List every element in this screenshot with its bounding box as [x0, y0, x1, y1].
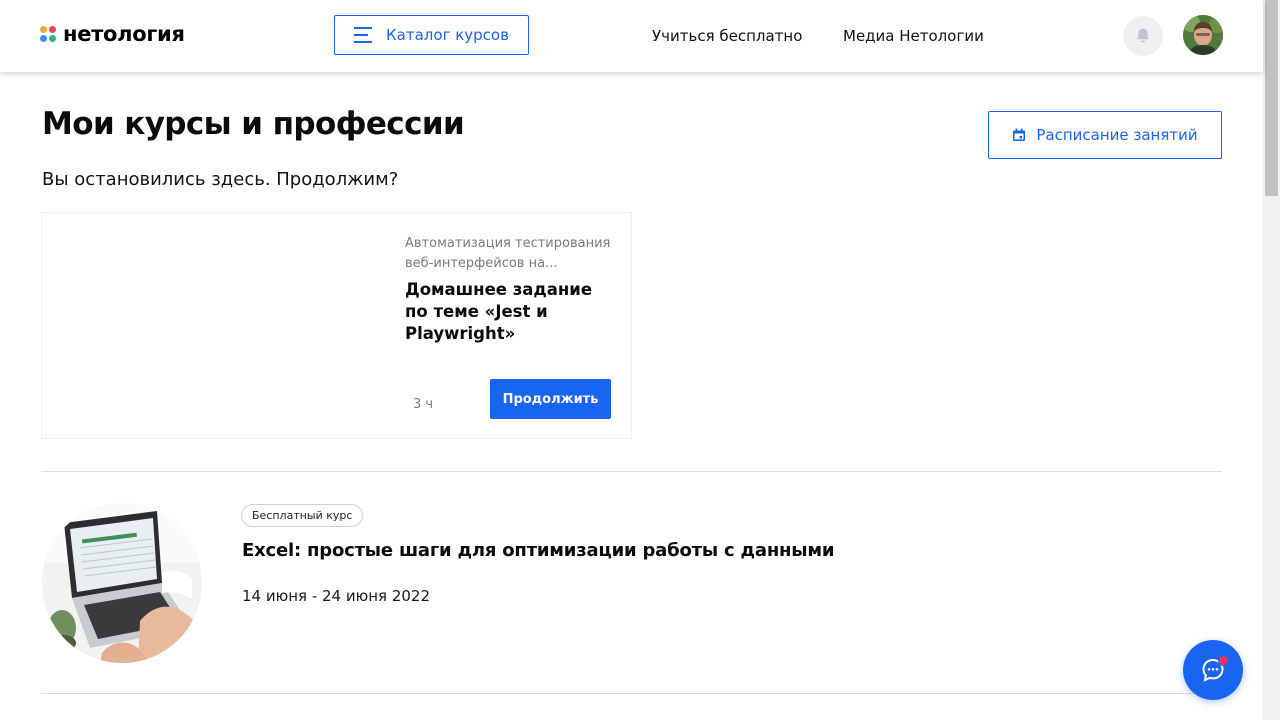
resume-lesson-title: Домашнее задание по теме «Jest и Playwri…	[405, 280, 593, 343]
catalog-button-label: Каталог курсов	[386, 26, 509, 44]
top-header: нетология Каталог курсов Учиться бесплат…	[0, 0, 1263, 72]
resume-time: 3 ч	[413, 397, 434, 412]
resume-course-name: Автоматизация тестирования веб-интерфейс…	[405, 236, 611, 271]
avatar[interactable]	[1183, 15, 1223, 55]
course-image[interactable]	[42, 503, 202, 663]
schedule-button-label: Расписание занятий	[1036, 126, 1198, 144]
logo-text: нетология	[63, 22, 185, 46]
menu-icon	[354, 27, 373, 43]
notifications-button[interactable]	[1123, 16, 1163, 56]
logo[interactable]: нетология	[40, 22, 185, 46]
course-dates: 14 июня - 24 июня 2022	[242, 587, 431, 605]
nav-learn-free[interactable]: Учиться бесплатно	[652, 27, 802, 45]
resume-card: Автоматизация тестирования веб-интерфейс…	[41, 212, 632, 439]
schedule-button[interactable]: Расписание занятий	[988, 111, 1222, 159]
catalog-button[interactable]: Каталог курсов	[334, 15, 529, 55]
continue-button[interactable]: Продолжить	[490, 379, 611, 419]
divider	[41, 693, 1222, 694]
nav-media[interactable]: Медиа Нетологии	[843, 27, 984, 45]
chat-notification-dot	[1218, 655, 1229, 666]
chat-button[interactable]	[1183, 640, 1243, 700]
course-badge: Бесплатный курс	[241, 504, 364, 527]
course-title[interactable]: Excel: простые шаги для оптимизации рабо…	[242, 540, 835, 561]
calendar-icon	[1013, 128, 1026, 141]
divider	[41, 471, 1222, 472]
page-scrollbar[interactable]	[1263, 0, 1280, 720]
bell-icon	[1136, 28, 1150, 43]
scrollbar-thumb[interactable]	[1265, 0, 1278, 196]
logo-icon	[40, 26, 56, 42]
continue-heading: Вы остановились здесь. Продолжим?	[42, 169, 399, 190]
page-title: Мои курсы и профессии	[42, 106, 465, 142]
